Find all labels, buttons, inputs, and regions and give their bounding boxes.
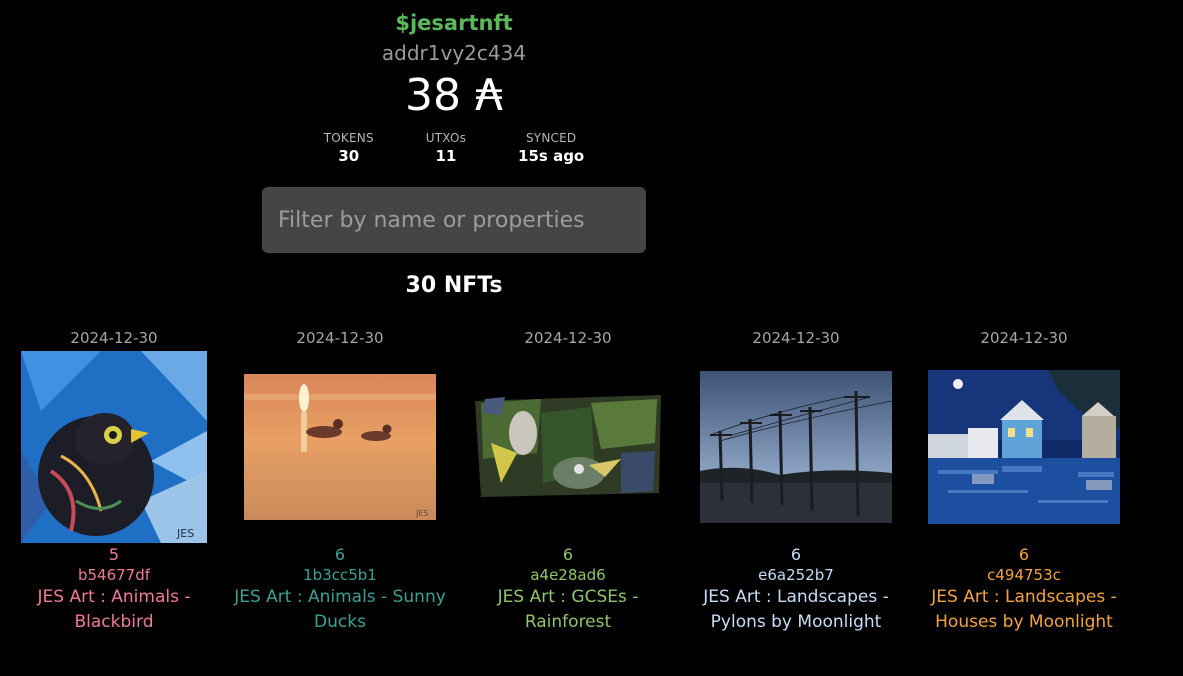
nft-card[interactable]: 2024-12-30 (682, 326, 910, 635)
nft-id: 1b3cc5b1 (303, 566, 377, 584)
wallet-header: $jesartnft addr1vy2c434 38 ₳ TOKENS 30 U… (262, 8, 646, 166)
wallet-stats: TOKENS 30 UTXOs 11 SYNCED 15s ago (262, 130, 646, 166)
nft-card[interactable]: 2024-12-30 (0, 326, 228, 635)
nft-quantity: 6 (1018, 545, 1030, 564)
nft-card[interactable]: 2024-12-30 (226, 326, 454, 635)
nft-id: e6a252b7 (758, 566, 834, 584)
stat-synced: SYNCED 15s ago (518, 130, 584, 166)
stat-label: TOKENS (323, 131, 374, 145)
stat-label: UTXOs (425, 131, 467, 145)
stat-label: SYNCED (525, 131, 577, 145)
nft-card[interactable]: 2024-12-30 (910, 326, 1138, 635)
nft-count: 30 NFTs (405, 273, 503, 298)
stat-tokens: TOKENS 30 (324, 130, 374, 166)
nft-id: c494753c (987, 566, 1061, 584)
balance-value: 38 (405, 70, 461, 121)
nft-date: 2024-12-30 (296, 329, 384, 347)
nft-name[interactable]: JES Art : GCSEs - Rainforest (454, 585, 682, 635)
nft-date: 2024-12-30 (524, 329, 612, 347)
wallet-balance: 38 ₳ (262, 70, 646, 122)
nft-id: b54677df (77, 566, 151, 584)
nft-id: a4e28ad6 (530, 566, 606, 584)
wallet-address[interactable]: addr1vy2c434 (262, 38, 646, 68)
nft-date: 2024-12-30 (752, 329, 840, 347)
nft-quantity: 6 (790, 545, 802, 564)
nft-date: 2024-12-30 (70, 329, 158, 347)
filter-input[interactable] (262, 187, 646, 253)
nft-quantity: 6 (562, 545, 574, 564)
nft-quantity: 6 (334, 545, 346, 564)
rainforest-collage[interactable] (471, 393, 665, 501)
stat-value: 11 (435, 147, 457, 165)
houses-painting[interactable] (928, 370, 1120, 524)
stat-value: 30 (338, 147, 360, 165)
stat-value: 15s ago (518, 147, 585, 165)
wallet-handle[interactable]: $jesartnft (262, 8, 646, 38)
nft-name[interactable]: JES Art : Animals - Blackbird (0, 585, 228, 635)
ada-icon: ₳ (475, 70, 503, 121)
nft-quantity: 5 (108, 545, 120, 564)
nft-name[interactable]: JES Art : Landscapes - Pylons by Moonlig… (682, 585, 910, 635)
nft-date: 2024-12-30 (980, 329, 1068, 347)
ducks-painting[interactable]: JES (244, 374, 436, 520)
nft-name[interactable]: JES Art : Landscapes - Houses by Moonlig… (910, 585, 1138, 635)
nft-name[interactable]: JES Art : Animals - Sunny Ducks (226, 585, 454, 635)
wallet-page: $jesartnft addr1vy2c434 38 ₳ TOKENS 30 U… (0, 0, 1183, 676)
blackbird-painting[interactable]: JES (21, 351, 207, 543)
svg-text:JES: JES (415, 509, 429, 518)
stat-utxos: UTXOs 11 (426, 130, 466, 166)
pylons-painting[interactable] (700, 371, 892, 523)
svg-text:JES: JES (176, 527, 194, 540)
nft-grid: 2024-12-30 JES 5 b54677df JES Art: Anim… (0, 326, 1183, 676)
nft-card[interactable]: 2024-12-30 (454, 326, 682, 635)
